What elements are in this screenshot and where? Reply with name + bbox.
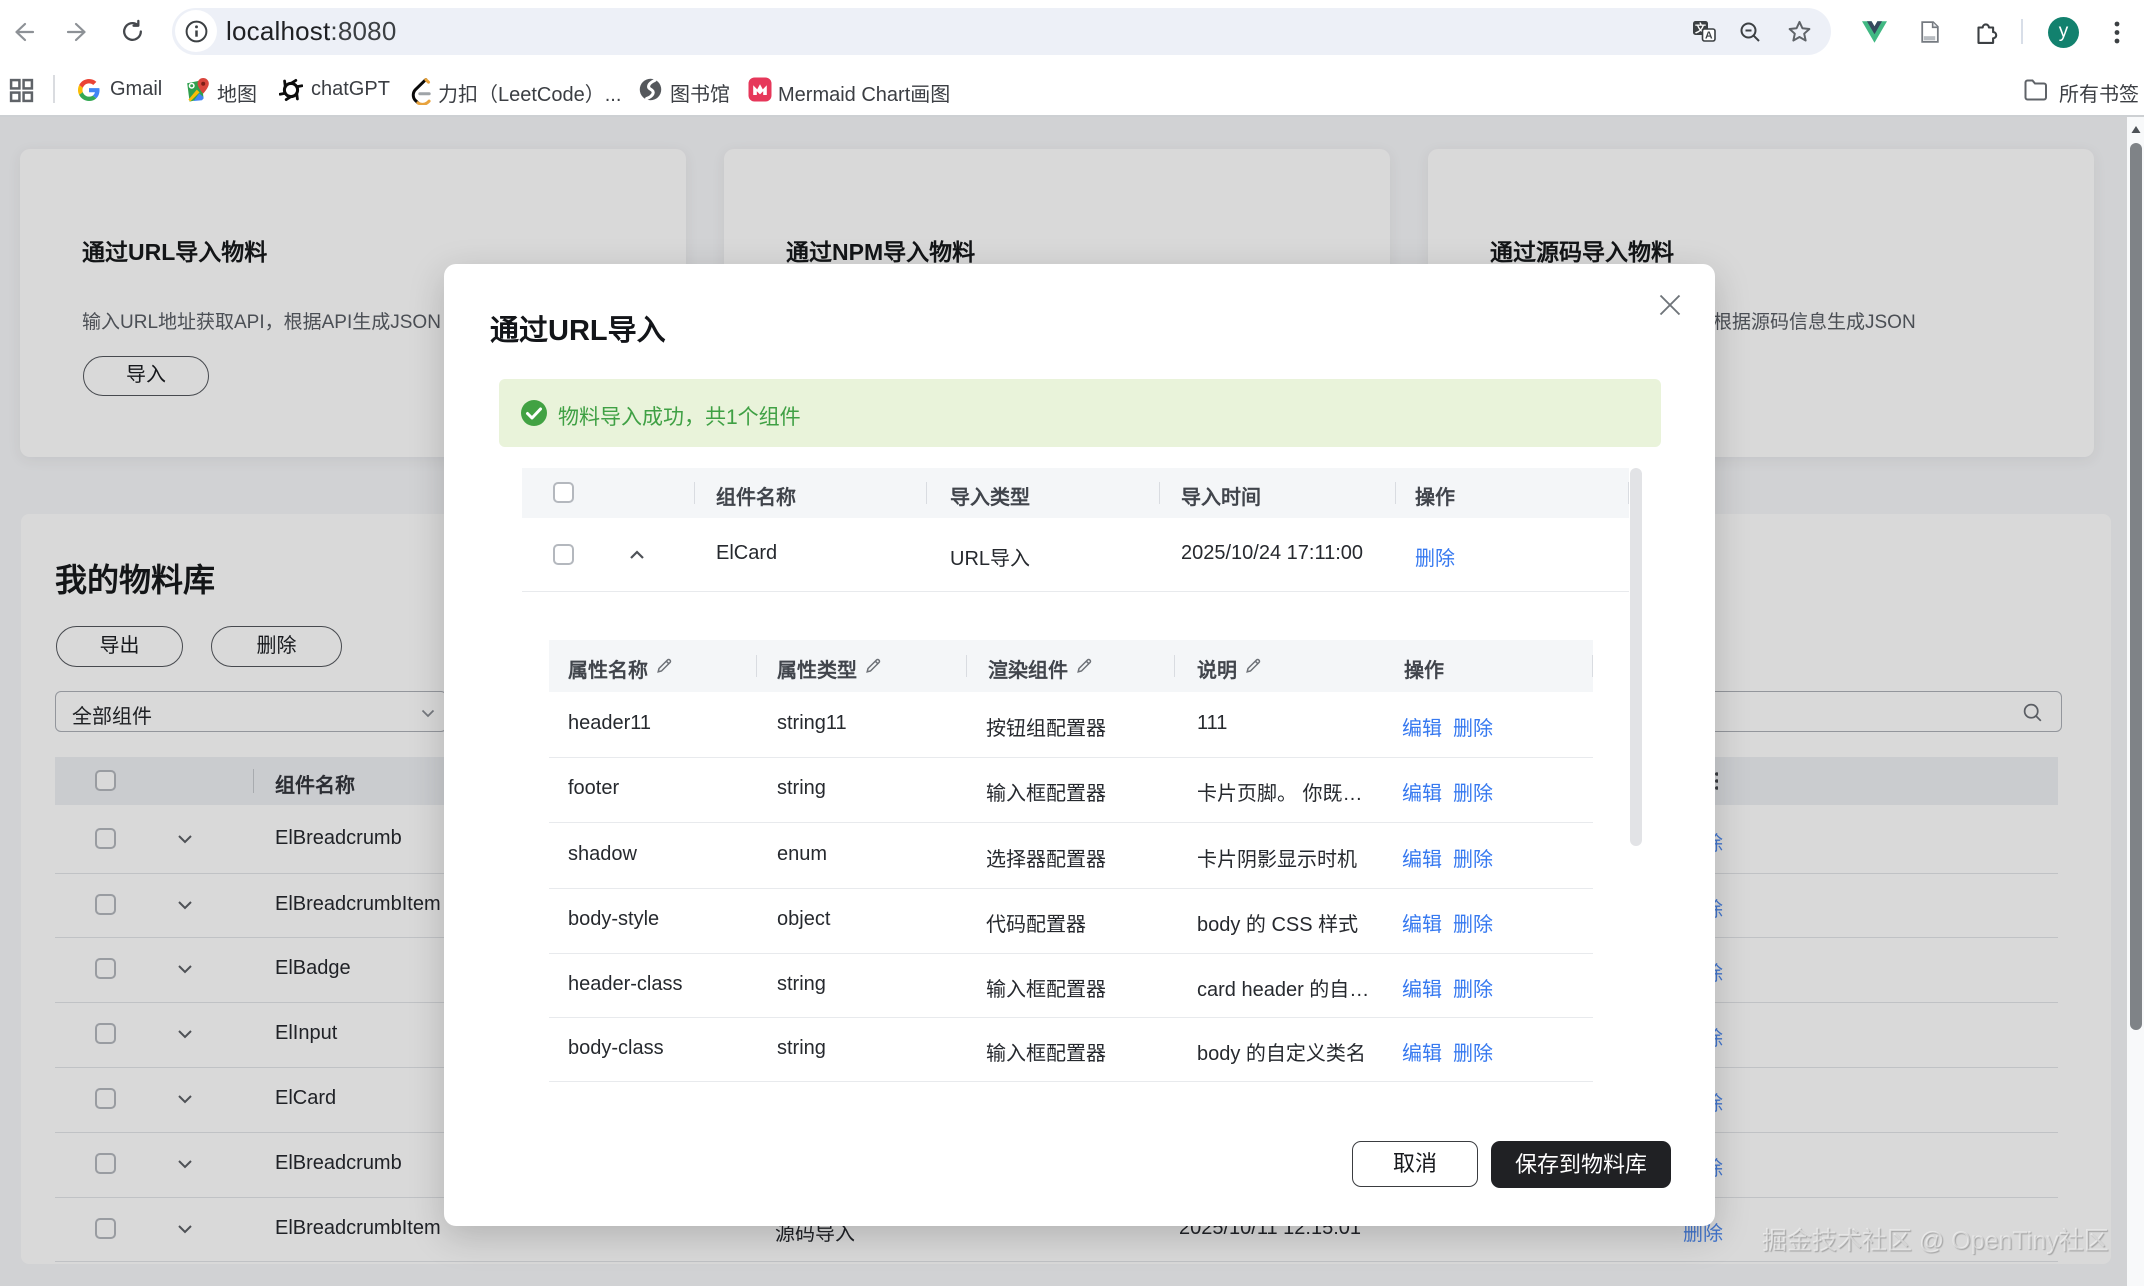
svg-text:A: A	[1705, 30, 1713, 42]
